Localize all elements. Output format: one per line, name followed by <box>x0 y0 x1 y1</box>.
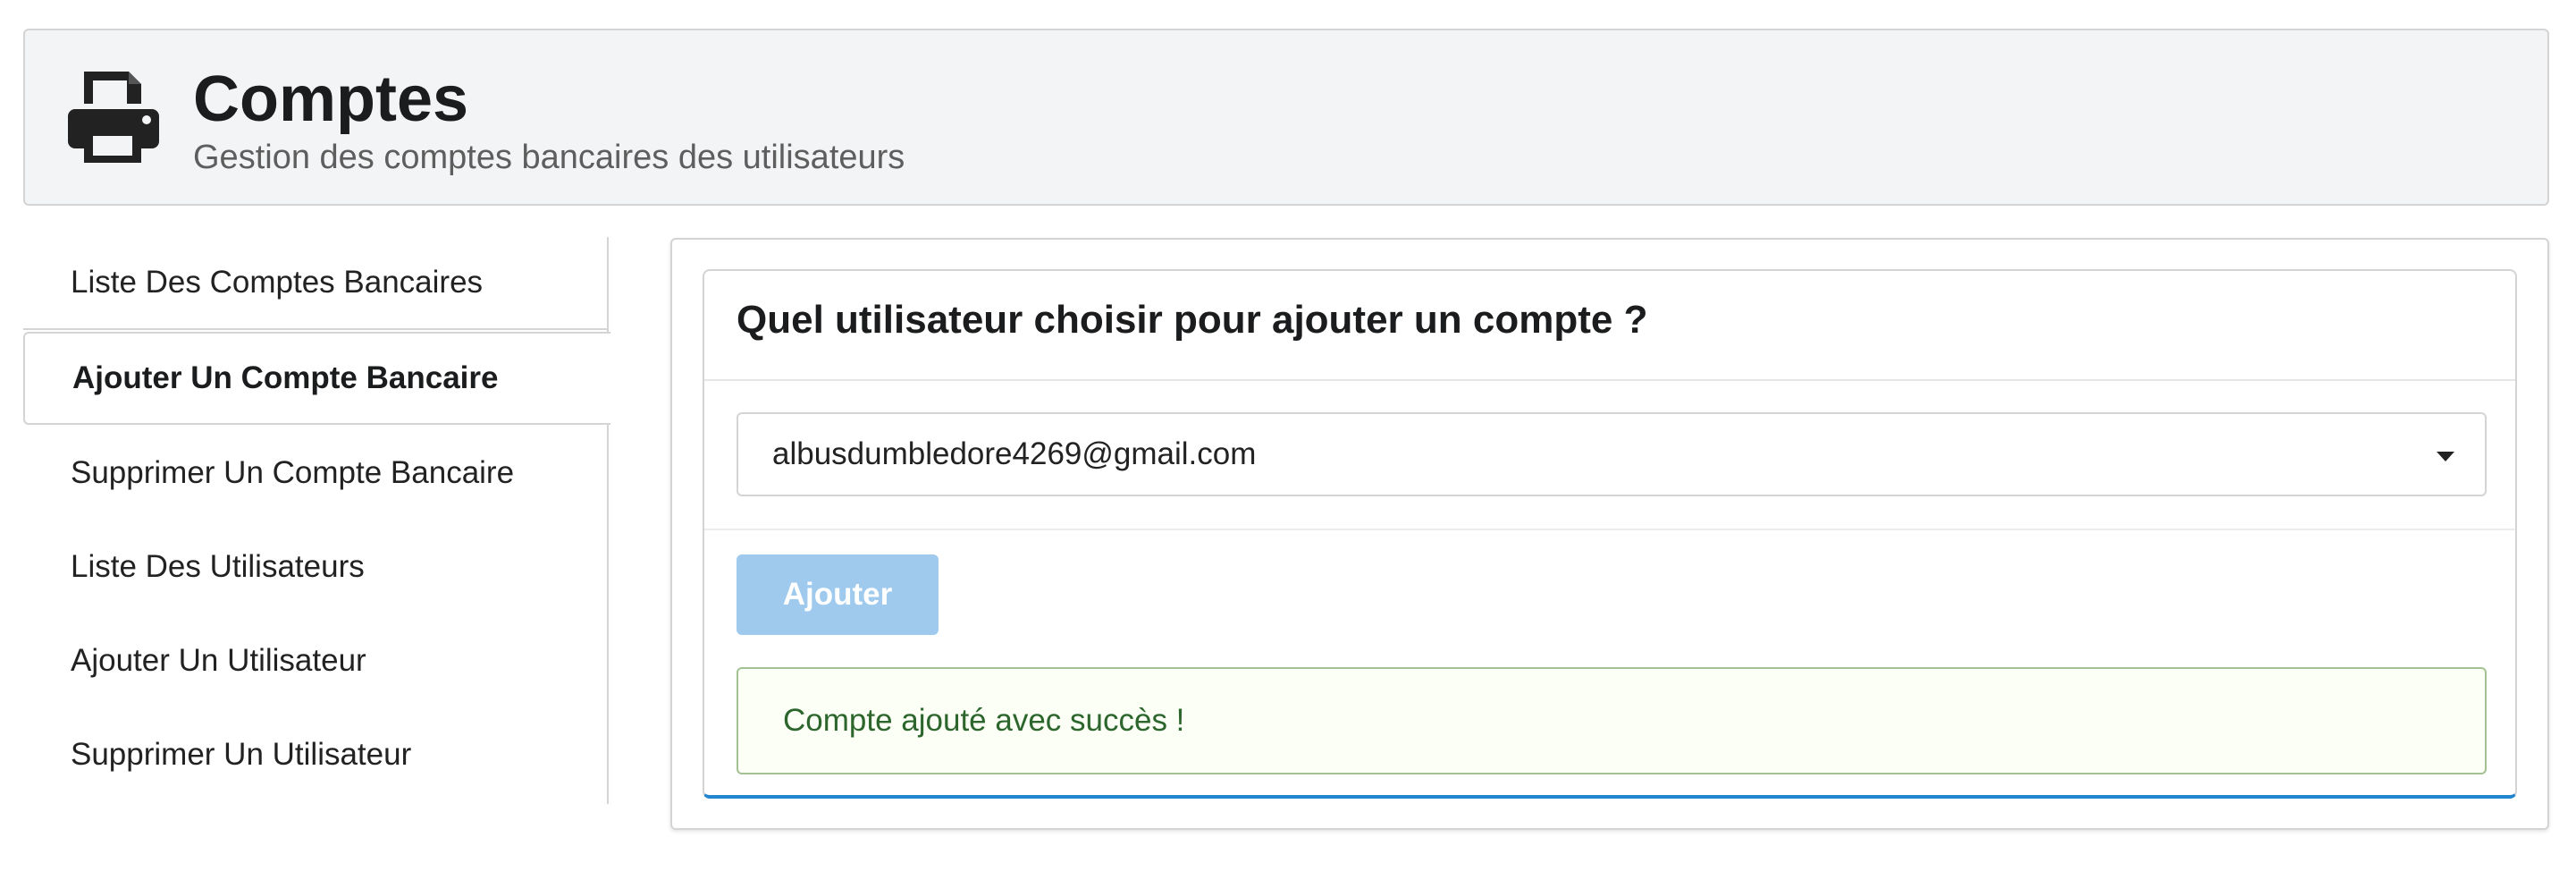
sidebar-item-label: Liste Des Comptes Bancaires <box>71 265 484 300</box>
sidebar-menu: Liste Des Comptes Bancaires Ajouter Un C… <box>23 237 610 804</box>
user-select-dropdown[interactable]: albusdumbledore4269@gmail.com <box>737 412 2487 496</box>
sidebar-item-label: Supprimer Un Compte Bancaire <box>71 455 515 490</box>
success-message: Compte ajouté avec succès ! <box>737 667 2487 774</box>
printer-icon <box>68 72 159 163</box>
page-header: Comptes Gestion des comptes bancaires de… <box>23 29 2549 206</box>
sidebar-item-delete-account[interactable]: Supprimer Un Compte Bancaire <box>23 427 609 520</box>
sidebar-item-label: Ajouter Un Compte Bancaire <box>72 360 499 395</box>
sidebar-item-list-users[interactable]: Liste Des Utilisateurs <box>23 520 609 613</box>
add-account-card: Quel utilisateur choisir pour ajouter un… <box>703 269 2517 799</box>
user-select-value: albusdumbledore4269@gmail.com <box>772 436 1257 471</box>
caret-down-icon <box>2437 452 2454 461</box>
success-message-text: Compte ajouté avec succès ! <box>783 703 1185 738</box>
sidebar-item-add-user[interactable]: Ajouter Un Utilisateur <box>23 614 609 707</box>
sidebar-item-label: Liste Des Utilisateurs <box>71 549 365 584</box>
sidebar-item-list-accounts[interactable]: Liste Des Comptes Bancaires <box>23 237 609 330</box>
page-subtitle: Gestion des comptes bancaires des utilis… <box>193 139 905 176</box>
card-title: Quel utilisateur choisir pour ajouter un… <box>737 298 1648 342</box>
sidebar-item-add-account[interactable]: Ajouter Un Compte Bancaire <box>23 332 610 425</box>
page-title: Comptes <box>193 63 469 135</box>
sidebar-item-delete-user[interactable]: Supprimer Un Utilisateur <box>23 708 609 801</box>
sidebar-item-label: Ajouter Un Utilisateur <box>71 643 366 678</box>
divider <box>704 379 2515 381</box>
sidebar-item-label: Supprimer Un Utilisateur <box>71 737 412 772</box>
divider <box>704 529 2515 530</box>
add-button[interactable]: Ajouter <box>737 554 939 635</box>
